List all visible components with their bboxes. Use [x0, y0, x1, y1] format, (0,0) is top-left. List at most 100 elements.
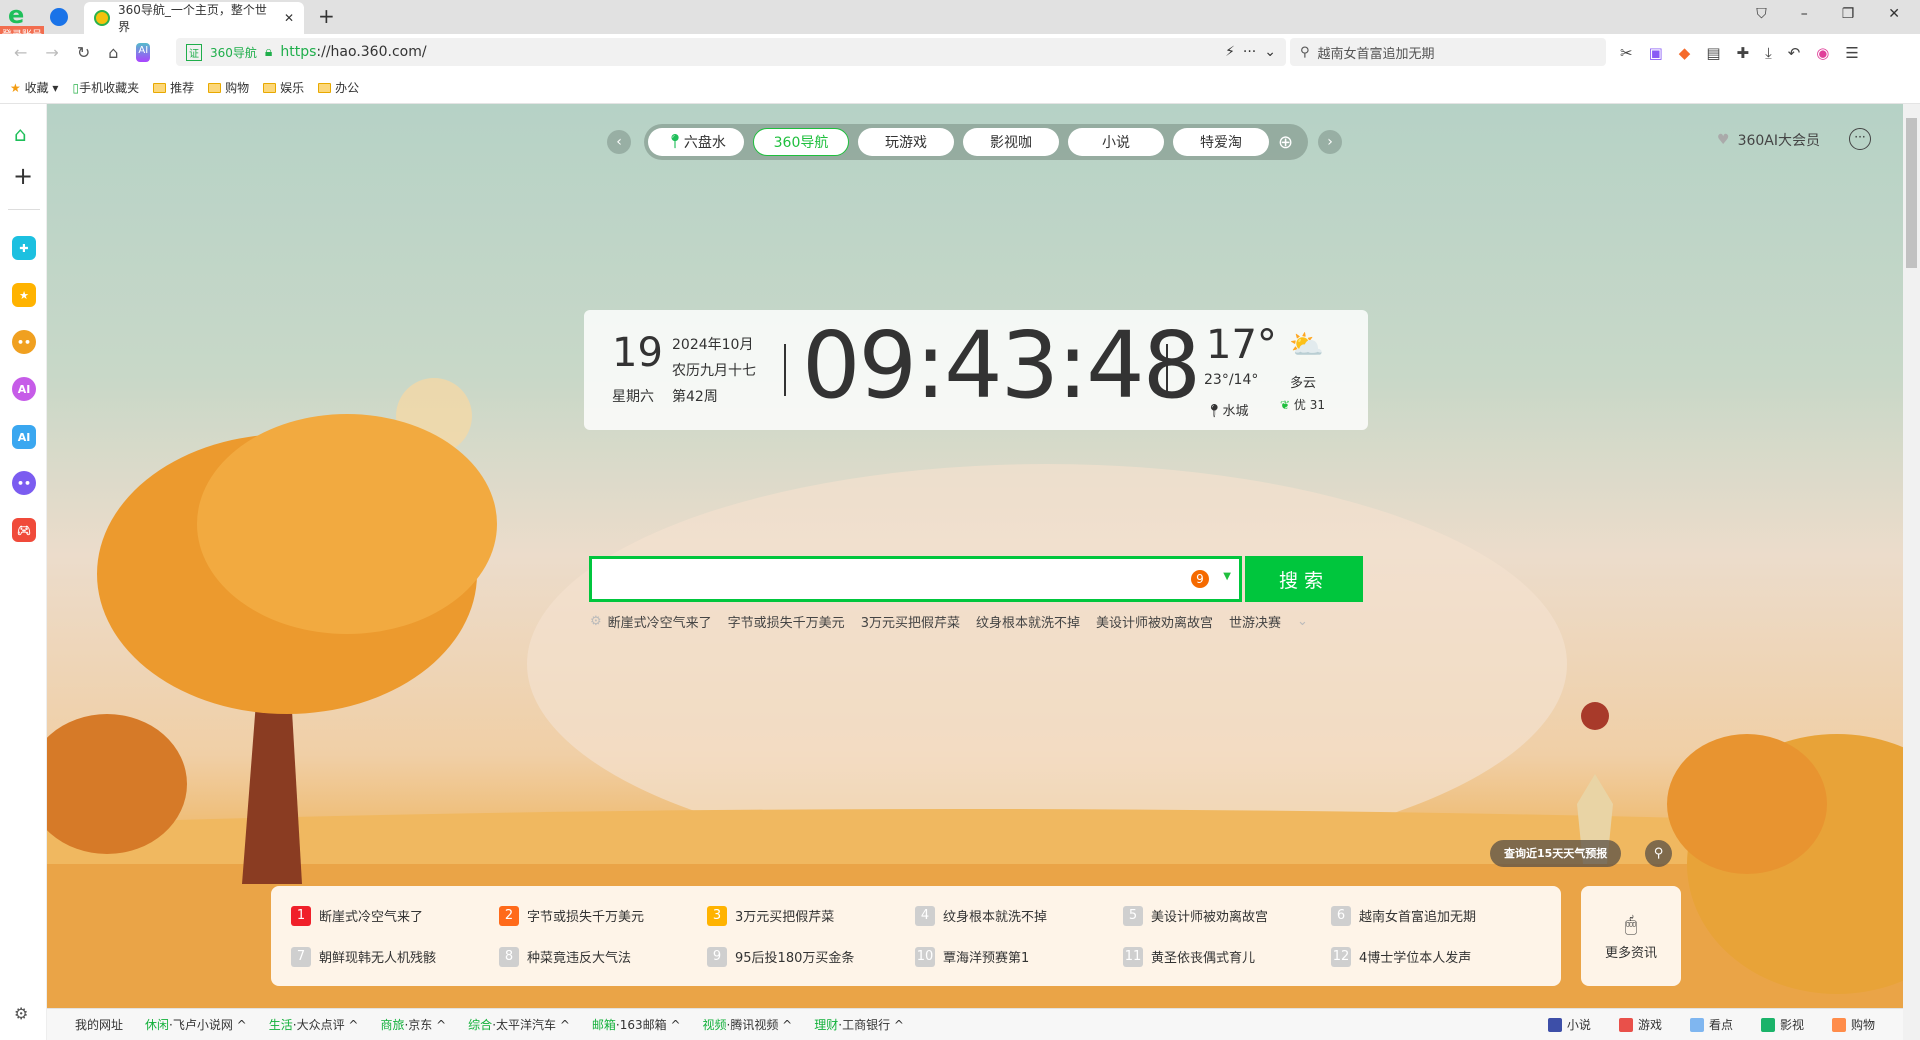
news-item[interactable]: 4 纹身根本就洗不掉 [915, 904, 1123, 927]
chevron-down-icon[interactable]: ⌄ [1264, 44, 1276, 60]
nav-pill-location[interactable]: 📍︎ 六盘水 [648, 128, 744, 156]
close-window-button[interactable]: ✕ [1888, 6, 1900, 22]
footer-link[interactable]: 影视 [1760, 1016, 1804, 1033]
nav-pill-shop[interactable]: 特爱淘 [1173, 128, 1269, 156]
news-item[interactable]: 8 种菜竟违反大气法 [499, 945, 707, 968]
scrollbar-thumb[interactable] [1906, 118, 1917, 268]
add-pill-icon[interactable]: ⊕ [1278, 132, 1293, 153]
extensions-icon[interactable]: ✚ [1737, 44, 1750, 62]
bookmark-folder[interactable]: 娱乐 [263, 79, 304, 96]
more-options-button[interactable]: ··· [1849, 128, 1871, 150]
news-item[interactable]: 11 黄圣依丧偶式育儿 [1123, 945, 1331, 968]
weather-forecast-button[interactable]: 查询近15天天气预报 [1490, 840, 1622, 867]
hot-word[interactable]: 字节或损失千万美元 [728, 612, 845, 631]
hot-word[interactable]: 断崖式冷空气来了 [608, 612, 712, 631]
scissors-icon[interactable]: ✂ [1620, 44, 1633, 62]
browser-logo-icon[interactable]: e [8, 3, 34, 27]
more-news-button[interactable]: 🖱︎ 更多资讯 [1581, 886, 1681, 986]
hot-word[interactable]: 世游决赛 [1229, 612, 1281, 631]
member-link[interactable]: ♥ 360AI大会员 [1717, 130, 1820, 150]
news-item[interactable]: 10 覃海洋预赛第1 [915, 945, 1123, 968]
translate-icon[interactable]: ▣ [1649, 44, 1663, 62]
restore-button[interactable]: ❐ [1842, 6, 1855, 22]
search-button[interactable]: 搜索 [1245, 556, 1363, 602]
settings-icon[interactable]: ⚙ [14, 1004, 28, 1023]
hot-word[interactable]: 3万元买把假芹菜 [861, 612, 960, 631]
search-box[interactable]: 9 ▼ [589, 556, 1242, 602]
reader-icon[interactable]: ▤ [1706, 44, 1720, 62]
lightning-icon[interactable]: ⚡︎ [1225, 44, 1235, 60]
bookmark-favorites[interactable]: ★ 收藏 ▾ [10, 79, 58, 96]
menu-icon[interactable]: ☰ [1845, 44, 1858, 62]
skin-icon[interactable]: ⛉ [1756, 6, 1767, 22]
ai-writing-icon[interactable]: AI [12, 377, 36, 401]
my-sites[interactable]: 我的网址 [75, 1016, 123, 1033]
hot-word[interactable]: 纹身根本就洗不掉 [976, 612, 1080, 631]
footer-group[interactable]: 生活·大众点评 ^ [269, 1016, 359, 1033]
engine-dropdown-icon[interactable]: ▼ [1223, 571, 1231, 582]
tab-active[interactable]: 360导航_一个主页，整个世界 ✕ [84, 2, 304, 34]
news-item[interactable]: 2 字节或损失千万美元 [499, 904, 707, 927]
news-item[interactable]: 9 95后投180万买金条 [707, 945, 915, 968]
search-icon[interactable]: ⚲ [1645, 840, 1672, 867]
nav-pill-360[interactable]: 360导航 [753, 128, 849, 156]
news-item[interactable]: 6 越南女首富追加无期 [1331, 904, 1539, 927]
nav-pill-novel[interactable]: 小说 [1068, 128, 1164, 156]
reload-icon[interactable]: ↻ [77, 43, 90, 62]
undo-icon[interactable]: ↶ [1788, 44, 1801, 62]
footer-link[interactable]: 小说 [1547, 1016, 1591, 1033]
chatbot-icon[interactable]: •• [12, 330, 36, 354]
news-item[interactable]: 5 美设计师被劝离故宫 [1123, 904, 1331, 927]
add-icon[interactable]: + [13, 162, 33, 190]
footer-group[interactable]: 商旅·京东 ^ [380, 1016, 446, 1033]
close-tab-icon[interactable]: ✕ [284, 11, 294, 25]
back-icon[interactable]: ← [14, 43, 27, 62]
toolbar-search[interactable]: ⚲ 越南女首富追加无期 [1290, 38, 1606, 66]
gamepad-icon[interactable]: 🎮︎ [12, 518, 36, 542]
more-icon[interactable]: ··· [1243, 44, 1256, 60]
ai-icon[interactable]: AI [136, 43, 151, 62]
footer-group[interactable]: 综合·太平洋汽车 ^ [468, 1016, 570, 1033]
app-icon[interactable]: ✚ [12, 236, 36, 260]
minimize-button[interactable]: – [1801, 6, 1808, 22]
date-day: 19 [612, 330, 663, 376]
robot-icon[interactable]: •• [12, 471, 36, 495]
home-icon[interactable]: ⌂ [14, 122, 27, 146]
forward-icon[interactable]: → [45, 43, 58, 62]
footer-group[interactable]: 视频·腾讯视频 ^ [703, 1016, 793, 1033]
weather-condition: 多云 [1290, 376, 1317, 391]
footer-group[interactable]: 邮箱·163邮箱 ^ [592, 1016, 681, 1033]
new-tab-button[interactable]: + [318, 4, 335, 28]
footer-group[interactable]: 理财·工商银行 ^ [814, 1016, 904, 1033]
news-item[interactable]: 1 断崖式冷空气来了 [291, 904, 499, 927]
home-icon[interactable]: ⌂ [108, 43, 118, 62]
footer-link[interactable]: 看点 [1689, 1016, 1733, 1033]
footer-group[interactable]: 休闲·飞卢小说网 ^ [145, 1016, 247, 1033]
city[interactable]: 📍︎水城 [1206, 400, 1249, 419]
telegram-icon[interactable] [50, 8, 68, 26]
hot-word[interactable]: 美设计师被劝离故宫 [1096, 612, 1213, 631]
news-item[interactable]: 7 朝鲜现韩无人机残骸 [291, 945, 499, 968]
news-item[interactable]: 3 3万元买把假芹菜 [707, 904, 915, 927]
search-input[interactable] [592, 559, 1152, 599]
download-icon[interactable]: ⤓ [1765, 44, 1772, 62]
bookmark-folder[interactable]: 购物 [208, 79, 249, 96]
bookmark-folder[interactable]: 推荐 [153, 79, 194, 96]
bookmark-mobile[interactable]: ▯手机收藏夹 [72, 79, 139, 96]
address-bar[interactable]: 证 360导航 🔒︎ https://hao.360.com/ ⚡︎ ··· ⌄ [176, 38, 1286, 66]
footer-link[interactable]: 游戏 [1618, 1016, 1662, 1033]
url-text: ://hao.360.com/ [316, 44, 427, 60]
nav-pill-video[interactable]: 影视咖 [963, 128, 1059, 156]
nav-prev-button[interactable]: ‹ [607, 130, 631, 154]
nav-next-button[interactable]: › [1318, 130, 1342, 154]
ai-icon[interactable]: AI [12, 425, 36, 449]
footer-link[interactable]: 购物 [1831, 1016, 1875, 1033]
engine-badge[interactable]: 9 [1191, 570, 1209, 588]
favorites-icon[interactable]: ★ [12, 283, 36, 307]
nav-pill-games[interactable]: 玩游戏 [858, 128, 954, 156]
game-icon[interactable]: ◆ [1679, 44, 1691, 62]
news-item[interactable]: 12 4博士学位本人发声 [1331, 945, 1539, 968]
ai-assistant-icon[interactable]: ◉ [1816, 44, 1829, 62]
bookmark-folder[interactable]: 办公 [318, 79, 359, 96]
chevron-down-icon[interactable]: ⌄ [1297, 614, 1308, 629]
